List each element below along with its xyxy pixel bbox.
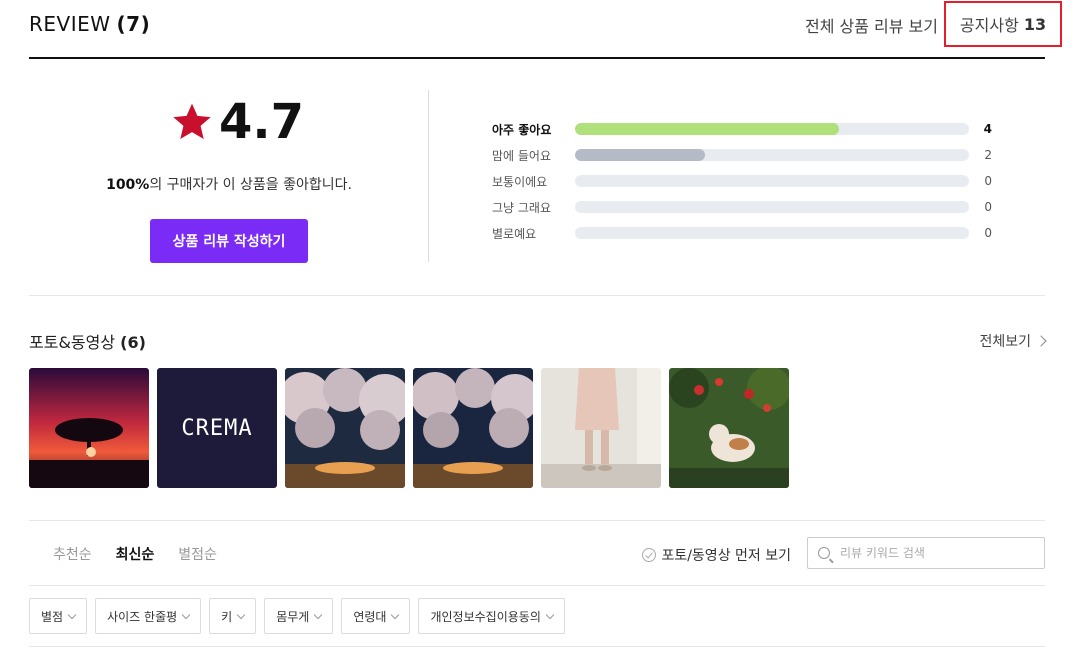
- check-circle-icon: [642, 548, 657, 562]
- sort-filter-bar: 추천순 최신순 별점순 포토/동영상 먼저 보기: [29, 520, 1045, 586]
- score-box: 4.7 100%의 구매자가 이 상품을 좋아합니다. 상품 리뷰 작성하기: [29, 90, 429, 263]
- rating-bar: [575, 149, 969, 161]
- search-icon[interactable]: [818, 547, 830, 559]
- photo-video-title: 포토&동영상 (6): [29, 333, 146, 352]
- rating-label: 그냥 그래요: [492, 200, 552, 215]
- cherry-blossom-image: [413, 368, 533, 488]
- all-product-reviews-link[interactable]: 전체 상품 리뷰 보기: [805, 13, 938, 37]
- divider: [29, 646, 1045, 647]
- photo-thumbnail-crema[interactable]: CREMA: [157, 368, 277, 488]
- rating-count: 0: [984, 226, 992, 240]
- outfit-image: [541, 368, 661, 488]
- rating-count: 4: [983, 122, 992, 136]
- chevron-down-icon: [181, 610, 191, 619]
- photo-thumbnail-outfit[interactable]: [541, 368, 661, 488]
- photo-thumbnail-cherry-blossom-2[interactable]: [413, 368, 533, 488]
- write-review-button[interactable]: 상품 리뷰 작성하기: [150, 219, 308, 263]
- photo-thumbnail-cat[interactable]: [669, 368, 789, 488]
- filter-label: 키: [221, 609, 233, 624]
- review-title-text: REVIEW: [29, 12, 111, 36]
- filter-dropdowns: 별점 사이즈 한줄평 키 몸무게 연령대 개인정보수집이용동의: [29, 598, 565, 634]
- crema-logo: CREMA: [181, 415, 253, 441]
- rating-count: 0: [984, 200, 992, 214]
- photo-video-header: 포토&동영상 (6) 전체보기: [29, 329, 1047, 352]
- rating-row[interactable]: 아주 좋아요 4: [492, 116, 992, 142]
- view-all-media-link[interactable]: 전체보기: [979, 331, 1047, 351]
- filter-privacy-consent[interactable]: 개인정보수집이용동의: [418, 598, 565, 634]
- view-all-label: 전체보기: [979, 334, 1031, 350]
- score-row: 4.7: [171, 98, 304, 146]
- rating-label: 아주 좋아요: [492, 122, 552, 137]
- chevron-down-icon: [314, 610, 323, 619]
- cat-image: [669, 368, 789, 488]
- review-summary: 4.7 100%의 구매자가 이 상품을 좋아합니다. 상품 리뷰 작성하기 아…: [29, 60, 1045, 296]
- rating-bar: [575, 123, 969, 135]
- rating-bar: [575, 175, 969, 187]
- photo-thumbnail-tree-sunset[interactable]: [29, 368, 149, 488]
- rating-label: 보통이에요: [492, 174, 548, 189]
- photo-video-count: (6): [120, 333, 146, 352]
- sort-tab-latest[interactable]: 최신순: [116, 544, 155, 564]
- rating-distribution: 아주 좋아요 4 맘에 들어요 2 보통이에요 0 그냥 그래요 0 별로예요 …: [492, 116, 992, 246]
- rating-row[interactable]: 맘에 들어요 2: [492, 142, 992, 168]
- notice-label: 공지사항: [959, 16, 1019, 35]
- notice-count: 13: [1023, 14, 1047, 34]
- rating-bar-fill: [575, 123, 839, 135]
- rating-bar: [575, 201, 969, 213]
- sort-tab-rating[interactable]: 별점순: [178, 544, 217, 564]
- photo-thumbnail-cherry-blossom-1[interactable]: [285, 368, 405, 488]
- filter-size-review[interactable]: 사이즈 한줄평: [95, 598, 202, 634]
- filter-label: 개인정보수집이용동의: [430, 609, 541, 624]
- rating-count: 2: [984, 148, 992, 162]
- photo-first-label: 포토/동영상 먼저 보기: [661, 548, 791, 564]
- review-count: (7): [116, 12, 151, 36]
- filter-label: 사이즈 한줄평: [107, 609, 178, 624]
- rating-row[interactable]: 별로예요 0: [492, 220, 992, 246]
- rating-label: 별로예요: [492, 226, 537, 241]
- star-icon: [173, 103, 211, 139]
- rating-row[interactable]: 보통이에요 0: [492, 168, 992, 194]
- review-search-input[interactable]: [840, 546, 1030, 560]
- tree-sunset-image: [29, 368, 149, 488]
- satisfaction-percent: 100%: [106, 177, 150, 193]
- review-title: REVIEW (7): [29, 12, 150, 36]
- chevron-right-icon: [1035, 335, 1047, 347]
- satisfaction-sentence: 의 구매자가 이 상품을 좋아합니다.: [149, 177, 352, 193]
- filter-label: 연령대: [353, 609, 387, 624]
- filter-height[interactable]: 키: [209, 598, 257, 634]
- rating-count: 0: [984, 174, 992, 188]
- filter-weight[interactable]: 몸무게: [264, 598, 334, 634]
- cherry-blossom-image: [285, 368, 405, 488]
- chevron-down-icon: [236, 610, 246, 619]
- rating-label: 맘에 들어요: [492, 148, 552, 163]
- rating-row[interactable]: 그냥 그래요 0: [492, 194, 992, 220]
- rating-bar: [575, 227, 969, 239]
- photo-thumbnails: CREMA: [29, 368, 789, 488]
- review-search-box: [807, 537, 1045, 569]
- notice-link[interactable]: 공지사항 13: [944, 1, 1062, 47]
- review-header: REVIEW (7) 전체 상품 리뷰 보기 공지사항 13: [29, 0, 1062, 59]
- chevron-down-icon: [545, 610, 555, 619]
- chevron-down-icon: [67, 610, 77, 619]
- filter-label: 별점: [41, 609, 64, 624]
- photo-video-title-text: 포토&동영상: [29, 333, 116, 352]
- filter-rating[interactable]: 별점: [29, 598, 88, 634]
- sort-tabs: 추천순 최신순 별점순: [53, 544, 217, 564]
- photo-first-toggle[interactable]: 포토/동영상 먼저 보기: [642, 545, 791, 565]
- rating-bar-fill: [575, 149, 706, 161]
- average-score: 4.7: [219, 94, 305, 150]
- filter-label: 몸무게: [276, 609, 310, 624]
- satisfaction-text: 100%의 구매자가 이 상품을 좋아합니다.: [29, 174, 429, 194]
- chevron-down-icon: [391, 610, 400, 619]
- filter-age-group[interactable]: 연령대: [341, 598, 411, 634]
- sort-tab-recommended[interactable]: 추천순: [53, 544, 92, 564]
